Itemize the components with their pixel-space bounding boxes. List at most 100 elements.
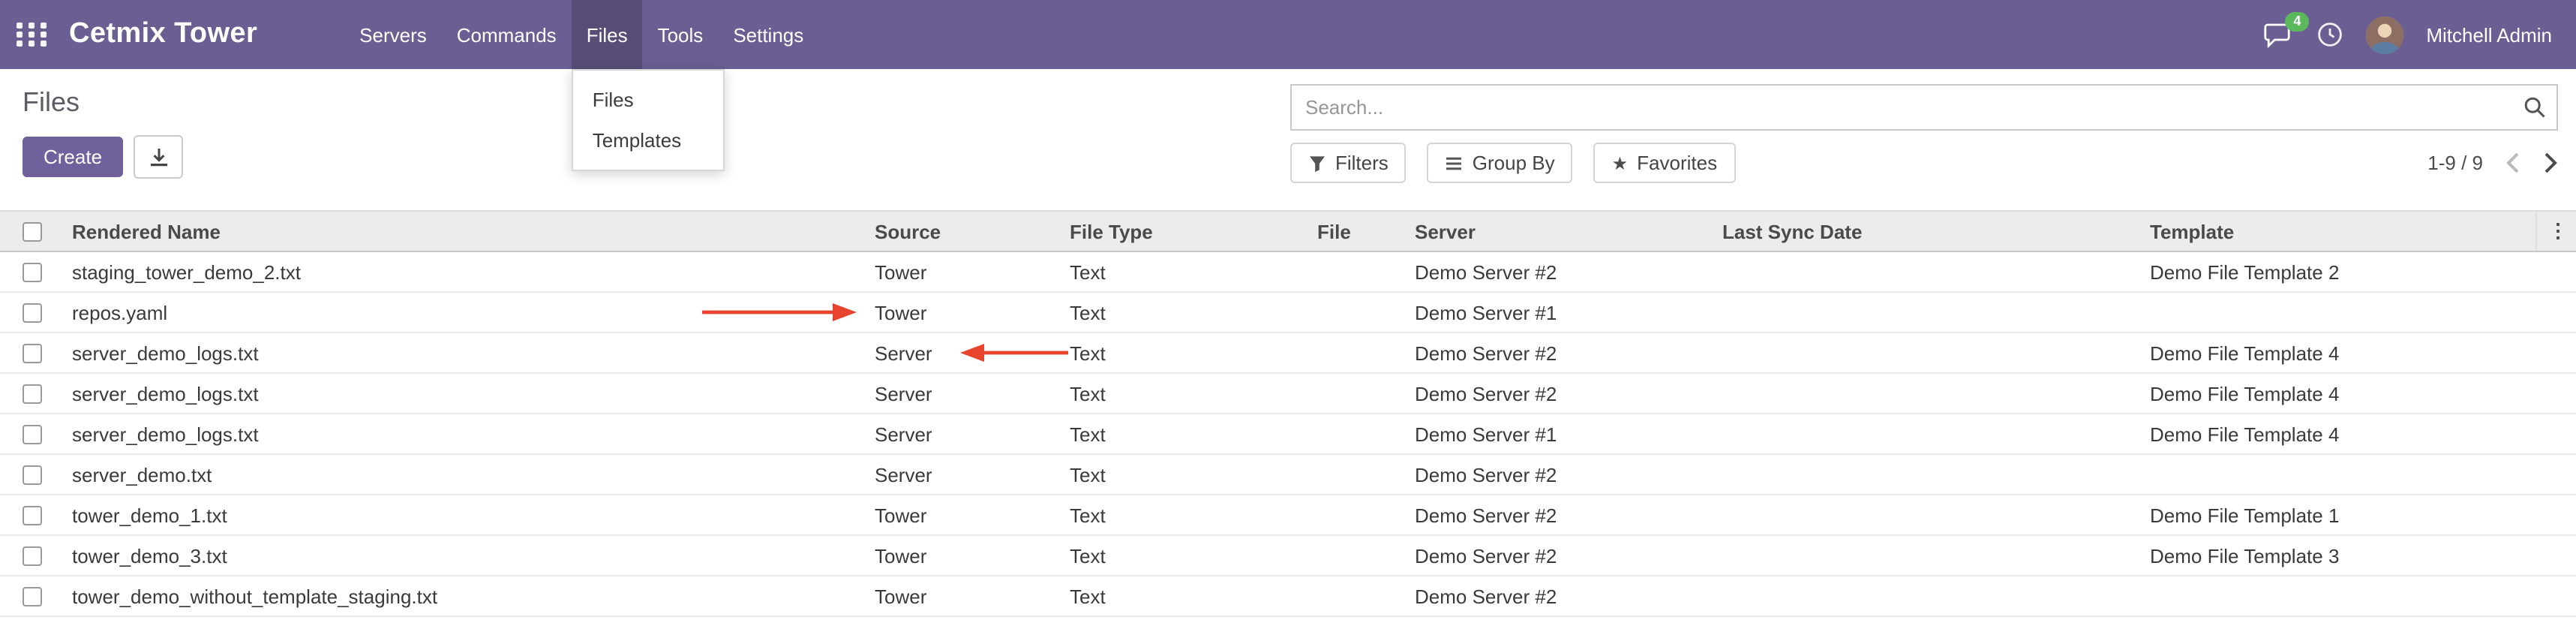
menu-servers[interactable]: Servers (344, 0, 442, 69)
column-header-server[interactable]: Server (1403, 211, 1710, 251)
row-checkbox[interactable] (23, 262, 42, 281)
menu-files[interactable]: Files Files Templates (572, 0, 643, 69)
menu-tools[interactable]: Tools (643, 0, 719, 69)
column-header-source[interactable]: Source (863, 211, 1058, 251)
apps-menu-button[interactable] (0, 0, 66, 69)
column-header-last-sync-date[interactable]: Last Sync Date (1710, 211, 2138, 251)
menu-settings[interactable]: Settings (718, 0, 818, 69)
cell-file-type[interactable]: Text (1058, 535, 1305, 576)
messages-button[interactable]: 4 (2264, 22, 2294, 47)
cell-template[interactable]: Demo File Template 1 (2138, 495, 2535, 535)
row-checkbox[interactable] (23, 343, 42, 363)
cell-rendered-name[interactable]: tower_demo_1.txt (60, 495, 863, 535)
cell-last-sync-date[interactable] (1710, 535, 2138, 576)
cell-last-sync-date[interactable] (1710, 251, 2138, 292)
cell-file[interactable] (1305, 535, 1403, 576)
cell-source[interactable]: Server (863, 454, 1058, 495)
user-name[interactable]: Mitchell Admin (2426, 23, 2552, 46)
column-header-file-type[interactable]: File Type (1058, 211, 1305, 251)
cell-last-sync-date[interactable] (1710, 576, 2138, 616)
row-checkbox[interactable] (23, 546, 42, 565)
cell-source[interactable]: Tower (863, 535, 1058, 576)
dropdown-item-templates[interactable]: Templates (573, 120, 723, 161)
cell-last-sync-date[interactable] (1710, 333, 2138, 373)
cell-server[interactable]: Demo Server #2 (1403, 251, 1710, 292)
search-icon[interactable] (2523, 96, 2546, 126)
search-input[interactable] (1290, 84, 2558, 131)
cell-source[interactable]: Tower (863, 576, 1058, 616)
cell-template[interactable] (2138, 576, 2535, 616)
user-avatar[interactable] (2366, 16, 2403, 53)
cell-rendered-name[interactable]: repos.yaml (60, 292, 863, 333)
cell-source[interactable]: Tower (863, 495, 1058, 535)
cell-last-sync-date[interactable] (1710, 414, 2138, 454)
cell-template[interactable]: Demo File Template 4 (2138, 414, 2535, 454)
cell-file[interactable] (1305, 373, 1403, 414)
cell-rendered-name[interactable]: tower_demo_3.txt (60, 535, 863, 576)
row-checkbox[interactable] (23, 586, 42, 606)
cell-file-type[interactable]: Text (1058, 576, 1305, 616)
cell-template[interactable] (2138, 292, 2535, 333)
row-checkbox[interactable] (23, 384, 42, 403)
cell-template[interactable]: Demo File Template 2 (2138, 251, 2535, 292)
cell-rendered-name[interactable]: server_demo.txt (60, 454, 863, 495)
filters-button[interactable]: Filters (1290, 143, 1407, 183)
pager-previous-button[interactable] (2505, 152, 2520, 174)
cell-file[interactable] (1305, 251, 1403, 292)
cell-source[interactable]: Server (863, 333, 1058, 373)
cell-server[interactable]: Demo Server #1 (1403, 292, 1710, 333)
cell-rendered-name[interactable]: server_demo_logs.txt (60, 414, 863, 454)
activities-button[interactable] (2316, 21, 2343, 48)
cell-rendered-name[interactable]: tower_demo_without_template_staging.txt (60, 576, 863, 616)
cell-last-sync-date[interactable] (1710, 454, 2138, 495)
row-checkbox[interactable] (23, 505, 42, 525)
cell-file[interactable] (1305, 414, 1403, 454)
group-by-button[interactable]: Group By (1428, 143, 1573, 183)
pager-next-button[interactable] (2543, 152, 2558, 174)
column-header-rendered-name[interactable]: Rendered Name (60, 211, 863, 251)
cell-file-type[interactable]: Text (1058, 414, 1305, 454)
cell-file-type[interactable]: Text (1058, 251, 1305, 292)
cell-server[interactable]: Demo Server #2 (1403, 576, 1710, 616)
cell-server[interactable]: Demo Server #2 (1403, 373, 1710, 414)
cell-source[interactable]: Tower (863, 292, 1058, 333)
row-checkbox[interactable] (23, 302, 42, 322)
cell-last-sync-date[interactable] (1710, 495, 2138, 535)
select-all-checkbox[interactable] (23, 221, 42, 241)
cell-rendered-name[interactable]: server_demo_logs.txt (60, 373, 863, 414)
cell-file[interactable] (1305, 333, 1403, 373)
cell-template[interactable]: Demo File Template 4 (2138, 333, 2535, 373)
cell-server[interactable]: Demo Server #2 (1403, 454, 1710, 495)
cell-rendered-name[interactable]: server_demo_logs.txt (60, 333, 863, 373)
dropdown-item-files[interactable]: Files (573, 80, 723, 120)
cell-server[interactable]: Demo Server #2 (1403, 333, 1710, 373)
cell-file[interactable] (1305, 495, 1403, 535)
optional-columns-icon[interactable]: ⋮ (2535, 211, 2576, 251)
cell-last-sync-date[interactable] (1710, 373, 2138, 414)
cell-file[interactable] (1305, 576, 1403, 616)
cell-template[interactable]: Demo File Template 3 (2138, 535, 2535, 576)
cell-source[interactable]: Tower (863, 251, 1058, 292)
cell-template[interactable]: Demo File Template 4 (2138, 373, 2535, 414)
cell-template[interactable] (2138, 454, 2535, 495)
cell-server[interactable]: Demo Server #2 (1403, 535, 1710, 576)
cell-file-type[interactable]: Text (1058, 292, 1305, 333)
row-checkbox[interactable] (23, 465, 42, 484)
column-header-template[interactable]: Template (2138, 211, 2535, 251)
cell-file-type[interactable]: Text (1058, 373, 1305, 414)
cell-source[interactable]: Server (863, 373, 1058, 414)
cell-file-type[interactable]: Text (1058, 333, 1305, 373)
row-checkbox[interactable] (23, 424, 42, 444)
create-button[interactable]: Create (23, 137, 123, 177)
cell-server[interactable]: Demo Server #2 (1403, 495, 1710, 535)
cell-server[interactable]: Demo Server #1 (1403, 414, 1710, 454)
export-button[interactable] (134, 135, 183, 179)
cell-file-type[interactable]: Text (1058, 495, 1305, 535)
cell-file[interactable] (1305, 292, 1403, 333)
cell-last-sync-date[interactable] (1710, 292, 2138, 333)
cell-source[interactable]: Server (863, 414, 1058, 454)
cell-file-type[interactable]: Text (1058, 454, 1305, 495)
menu-commands[interactable]: Commands (442, 0, 572, 69)
column-header-file[interactable]: File (1305, 211, 1403, 251)
cell-rendered-name[interactable]: staging_tower_demo_2.txt (60, 251, 863, 292)
